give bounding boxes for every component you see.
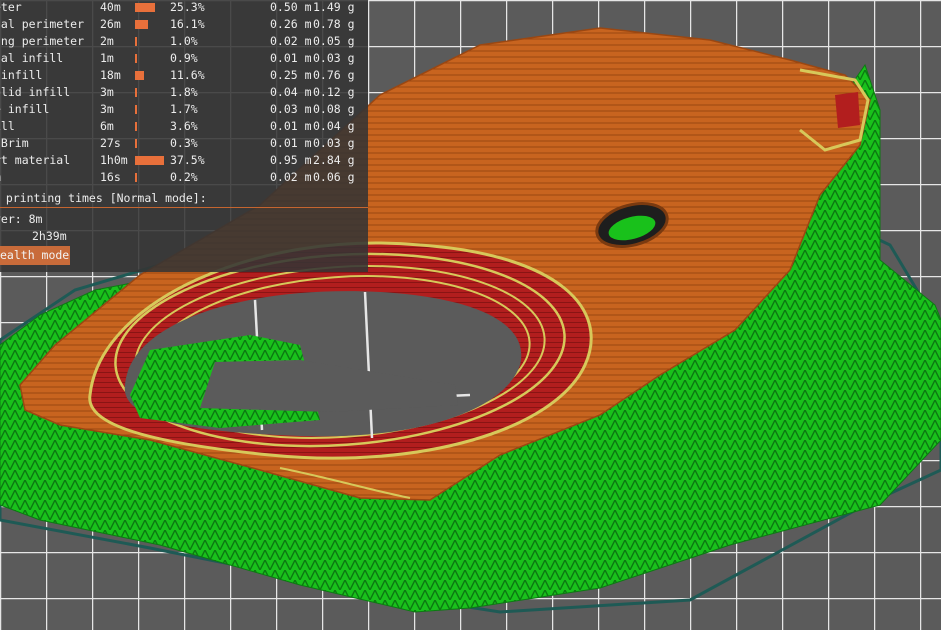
- feature-length: 0.25 m: [270, 68, 312, 82]
- feature-time-bar: [135, 3, 155, 12]
- feature-percent: 1.8%: [170, 85, 198, 99]
- feature-time-bar: [135, 37, 137, 46]
- feature-time-bar: [135, 139, 137, 148]
- feature-time: 27s: [100, 136, 121, 150]
- feature-time: 2m: [100, 34, 114, 48]
- print-statistics-legend: eter 40m 25.3% 0.50 m1.49 g nal perimeter 26m…: [0, 0, 368, 272]
- feature-percent: 0.2%: [170, 170, 198, 184]
- feature-weight: 0.78 g: [313, 17, 355, 31]
- feature-percent: 1.0%: [170, 34, 198, 48]
- printing-times-title: d printing times [Normal mode]:: [0, 191, 207, 205]
- feature-time: 1h0m: [100, 153, 128, 167]
- feature-percent: 16.1%: [170, 17, 205, 31]
- feature-name: m: [0, 169, 1, 185]
- feature-percent: 1.7%: [170, 102, 198, 116]
- feature-time-bar: [135, 173, 137, 182]
- feature-length: 0.26 m: [270, 17, 312, 31]
- feature-name: /Brim: [0, 136, 29, 150]
- feature-time: 40m: [100, 0, 121, 14]
- feature-length: 0.50 m: [270, 0, 312, 14]
- feature-weight: 0.05 g: [313, 34, 355, 48]
- feature-weight: 2.84 g: [313, 153, 355, 167]
- feature-weight: 0.08 g: [313, 102, 355, 116]
- feature-time-bar: [135, 105, 137, 114]
- feature-time: 26m: [100, 17, 121, 31]
- feature-length: 0.04 m: [270, 85, 312, 99]
- feature-percent: 3.6%: [170, 119, 198, 133]
- feature-name: ang perimeter: [0, 34, 85, 48]
- total-print-time: 2h39m: [32, 229, 67, 243]
- feature-name: eter: [0, 0, 22, 14]
- feature-time-bar: [135, 122, 137, 131]
- feature-weight: 0.03 g: [313, 51, 355, 65]
- feature-length: 0.95 m: [270, 153, 312, 167]
- part-handle-inner: [835, 92, 860, 128]
- feature-name: nal infill: [0, 51, 64, 65]
- feature-name: infill: [0, 68, 43, 82]
- feature-weight: 0.76 g: [313, 68, 355, 82]
- feature-name: ill: [0, 119, 15, 133]
- feature-name: nal perimeter: [0, 17, 85, 31]
- feature-percent: 0.9%: [170, 51, 198, 65]
- feature-time: 16s: [100, 170, 121, 184]
- feature-time-bar: [135, 20, 148, 29]
- feature-time: 3m: [100, 102, 114, 116]
- feature-weight: 0.06 g: [313, 170, 355, 184]
- feature-length: 0.02 m: [270, 34, 312, 48]
- feature-time-bar: [135, 88, 137, 97]
- feature-weight: 0.03 g: [313, 136, 355, 150]
- feature-name: e infill: [0, 102, 50, 116]
- feature-length: 0.02 m: [270, 170, 312, 184]
- feature-length: 0.01 m: [270, 119, 312, 133]
- feature-weight: 0.12 g: [313, 85, 355, 99]
- feature-time-bar: [135, 71, 144, 80]
- feature-time-bar: [135, 156, 164, 165]
- feature-time: 1m: [100, 51, 114, 65]
- feature-percent: 11.6%: [170, 68, 205, 82]
- feature-time: 6m: [100, 119, 114, 133]
- stealth-mode-button[interactable]: ealth mode: [0, 246, 70, 265]
- feature-percent: 0.3%: [170, 136, 198, 150]
- legend-separator: [0, 207, 368, 208]
- feature-length: 0.01 m: [270, 51, 312, 65]
- first-layer-time: yer: 8m: [0, 212, 43, 226]
- feature-name: olid infill: [0, 85, 71, 99]
- feature-percent: 25.3%: [170, 0, 205, 14]
- feature-length: 0.03 m: [270, 102, 312, 116]
- feature-time: 18m: [100, 68, 121, 82]
- feature-length: 0.01 m: [270, 136, 312, 150]
- feature-name: rt material: [0, 153, 71, 167]
- feature-percent: 37.5%: [170, 153, 205, 167]
- feature-time-bar: [135, 54, 137, 63]
- feature-weight: 1.49 g: [313, 0, 355, 14]
- feature-weight: 0.04 g: [313, 119, 355, 133]
- feature-time: 3m: [100, 85, 114, 99]
